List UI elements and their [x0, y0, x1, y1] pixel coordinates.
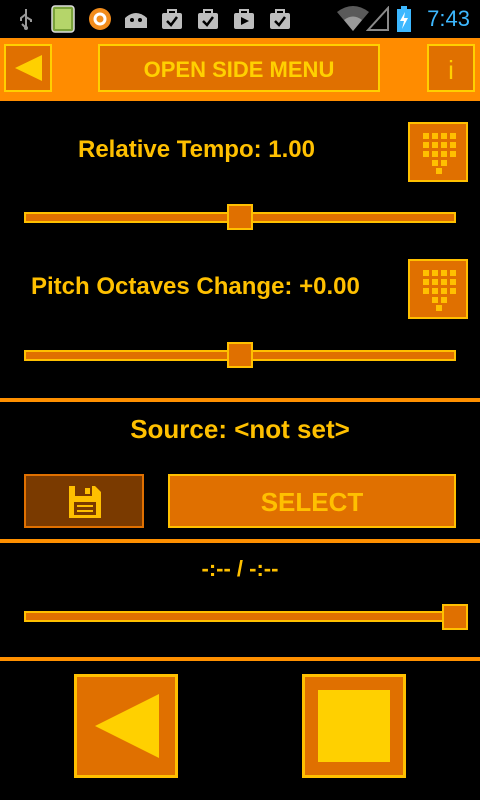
- tempo-label: Relative Tempo: 1.00: [78, 136, 315, 163]
- back-button[interactable]: [4, 44, 52, 92]
- pitch-slider-thumb[interactable]: [227, 342, 253, 368]
- info-button[interactable]: i: [427, 44, 475, 92]
- clock: 7:43: [427, 6, 470, 31]
- save-icon: [69, 486, 101, 518]
- playback-position-thumb[interactable]: [442, 604, 468, 630]
- media-icon: [234, 9, 254, 29]
- wifi-icon: [337, 6, 369, 31]
- rewind-button[interactable]: [74, 674, 178, 778]
- keypad-icon: [410, 124, 466, 180]
- task-done-icon-3: [270, 9, 290, 29]
- keypad-icon: [410, 261, 466, 317]
- select-button[interactable]: SELECT: [168, 474, 456, 528]
- playback-position-slider[interactable]: [24, 611, 468, 622]
- source-label: Source: <not set>: [130, 414, 350, 444]
- back-arrow-icon: [15, 55, 42, 81]
- android-debug-icon: [125, 13, 147, 28]
- open-side-menu-button[interactable]: OPEN SIDE MENU: [98, 44, 380, 92]
- stop-button[interactable]: [302, 674, 406, 778]
- tempo-slider-thumb[interactable]: [227, 204, 253, 230]
- task-done-icon-2: [198, 9, 218, 29]
- divider: [0, 398, 480, 402]
- tempo-keypad-button[interactable]: [408, 122, 468, 182]
- app-notification-icon: [51, 5, 75, 33]
- action-bar: OPEN SIDE MENU i: [0, 38, 480, 98]
- signal-icon: [366, 6, 389, 31]
- pitch-label: Pitch Octaves Change: +0.00: [31, 273, 360, 300]
- save-button[interactable]: [24, 474, 144, 528]
- task-done-icon: [162, 9, 182, 29]
- rewind-icon: [95, 694, 159, 758]
- usb-icon: [20, 9, 32, 30]
- select-label: SELECT: [260, 487, 364, 517]
- avast-icon: [89, 8, 111, 30]
- info-label: i: [448, 55, 454, 85]
- divider: [0, 539, 480, 543]
- divider: [0, 657, 480, 661]
- action-bar-divider: [0, 98, 480, 101]
- battery-icon: [397, 6, 411, 32]
- stop-icon: [318, 690, 390, 762]
- status-bar: 7:43: [0, 0, 480, 38]
- open-side-menu-label: OPEN SIDE MENU: [143, 57, 335, 82]
- pitch-keypad-button[interactable]: [408, 259, 468, 319]
- playback-time-label: -:-- / -:--: [201, 556, 279, 581]
